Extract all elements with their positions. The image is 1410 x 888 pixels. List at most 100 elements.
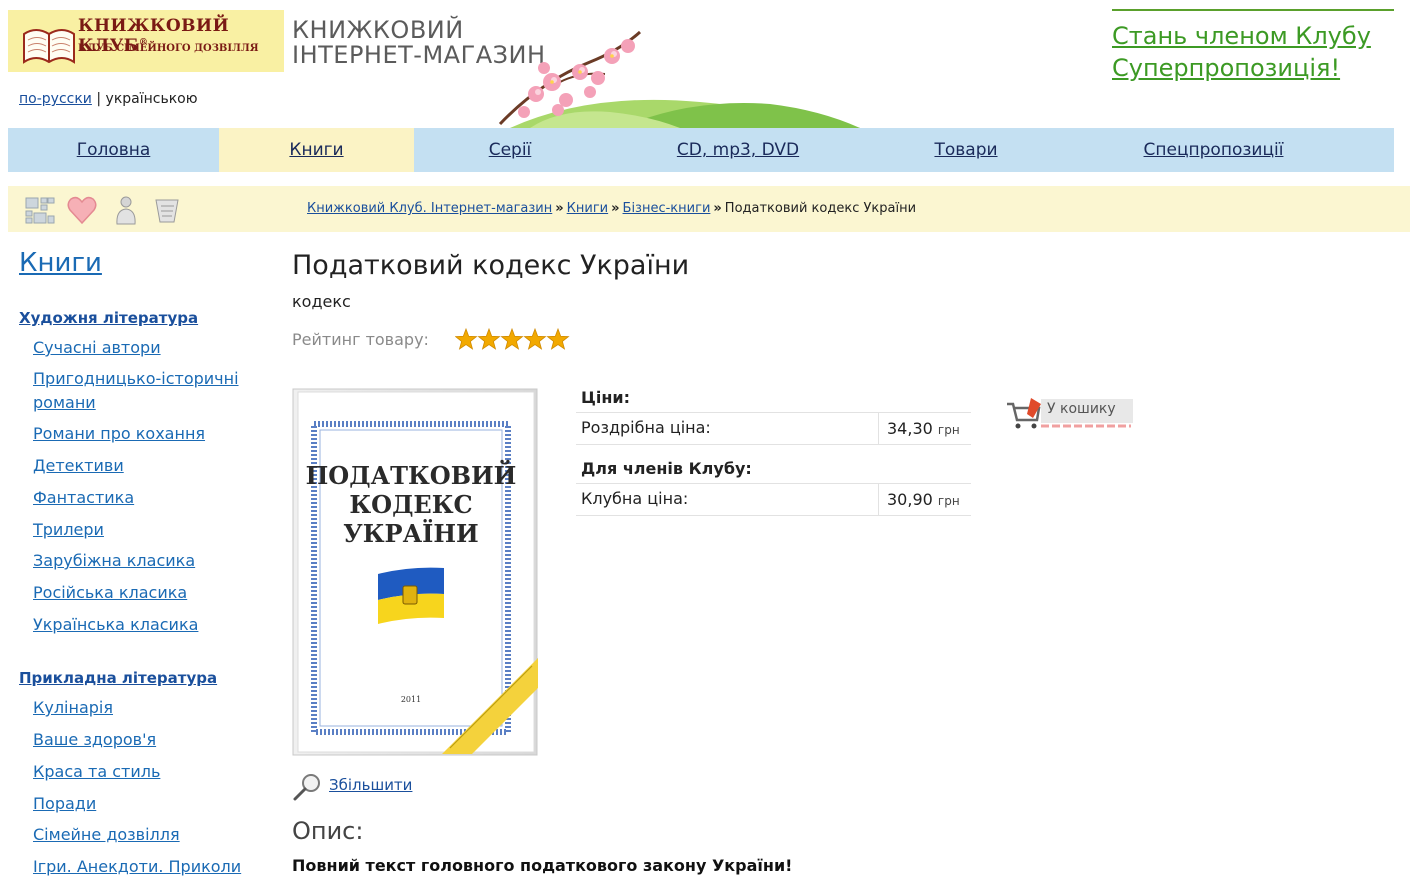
breadcrumb-shop-link[interactable]: Книжковий Клуб. Інтернет-магазин bbox=[307, 201, 552, 216]
sidebar-item: Російська класика bbox=[33, 581, 263, 605]
nav-item-media[interactable]: CD, mp3, DVD bbox=[606, 128, 870, 172]
rating-stars bbox=[455, 328, 570, 350]
currency-label: грн bbox=[937, 423, 960, 437]
retail-price-value-cell: 34,30 грн bbox=[878, 413, 972, 444]
retail-price-label: Роздрібна ціна: bbox=[581, 418, 711, 437]
sidebar-link-games-jokes[interactable]: Ігри. Анекдоти. Приколи bbox=[33, 857, 241, 876]
club-price-value: 30,90 bbox=[887, 490, 933, 509]
star-icon bbox=[477, 328, 501, 350]
prices-heading: Ціни: bbox=[581, 388, 630, 407]
sidebar-link-foreign-classics[interactable]: Зарубіжна класика bbox=[33, 551, 195, 570]
sidebar-link-detectives[interactable]: Детективи bbox=[33, 456, 124, 475]
sidebar-link-modern-authors[interactable]: Сучасні автори bbox=[33, 338, 161, 357]
site-logo[interactable]: КНИЖКОВИЙ КЛУБ® КЛУБ СІМЕЙНОГО ДОЗВІЛЛЯ bbox=[8, 10, 284, 72]
sidebar-item: Зарубіжна класика bbox=[33, 549, 263, 573]
sidebar-item: Фантастика bbox=[33, 486, 263, 510]
retail-price-row: Роздрібна ціна: 34,30 грн bbox=[576, 412, 971, 445]
nav-link-series[interactable]: Серії bbox=[489, 140, 532, 160]
sidebar-link-beauty[interactable]: Краса та стиль bbox=[33, 762, 160, 781]
cart-list-icon[interactable] bbox=[152, 194, 182, 226]
language-switcher: по-русски | українською bbox=[19, 91, 198, 107]
star-icon bbox=[500, 328, 524, 350]
shopping-cart-icon bbox=[1007, 398, 1041, 429]
sidebar-title: Книги bbox=[19, 248, 102, 278]
club-price-row: Клубна ціна: 30,90 грн bbox=[576, 483, 971, 516]
zoom-link[interactable]: Збільшити bbox=[329, 776, 412, 794]
sidebar-group-fiction: Художня література bbox=[19, 309, 198, 327]
open-book-icon bbox=[23, 29, 75, 64]
ukraine-flag-icon bbox=[378, 567, 444, 624]
promo-divider bbox=[1112, 9, 1394, 11]
sidebar-item: Романи про кохання bbox=[33, 422, 263, 446]
zoom-link-wrapper: Збільшити bbox=[329, 776, 412, 794]
sidebar-link-ukrainian-classics[interactable]: Українська класика bbox=[33, 615, 198, 634]
breadcrumb-separator: » bbox=[611, 201, 620, 216]
heart-icon[interactable] bbox=[66, 194, 98, 226]
logo-subtitle: КЛУБ СІМЕЙНОГО ДОЗВІЛЛЯ bbox=[78, 43, 259, 54]
breadcrumb-books-link[interactable]: Книги bbox=[567, 201, 608, 216]
currency-label: грн bbox=[937, 494, 960, 508]
blossom-landscape-illustration bbox=[498, 30, 860, 128]
product-type: кодекс bbox=[292, 292, 351, 311]
sidebar-item: Сімейне дозвілля bbox=[33, 823, 263, 847]
sidebar-link-russian-classics[interactable]: Російська класика bbox=[33, 583, 187, 602]
sidebar-item: Кулінарія bbox=[33, 696, 263, 720]
cover-title-line1: ПОДАТКОВИЙ bbox=[306, 459, 517, 490]
super-offer-link[interactable]: Суперпропозиція! bbox=[1112, 52, 1371, 84]
sidebar-group-fiction-link[interactable]: Художня література bbox=[19, 309, 198, 327]
nav-link-books[interactable]: Книги bbox=[289, 140, 343, 160]
nav-item-goods[interactable]: Товари bbox=[870, 128, 1062, 172]
sidebar-group-applied-link[interactable]: Прикладна література bbox=[19, 669, 217, 687]
sidebar-link-cooking[interactable]: Кулінарія bbox=[33, 698, 113, 717]
sidebar-item: Ігри. Анекдоти. Приколи bbox=[33, 855, 263, 879]
sidebar-link-adventure[interactable]: Пригодницько-історичні романи bbox=[33, 369, 239, 412]
members-heading: Для членів Клубу: bbox=[581, 459, 752, 478]
product-title: Податковий кодекс України bbox=[292, 250, 690, 281]
sidebar-link-family-leisure[interactable]: Сімейне дозвілля bbox=[33, 825, 180, 844]
nav-link-special-offers[interactable]: Спецпропозиції bbox=[1144, 140, 1284, 160]
nav-link-goods[interactable]: Товари bbox=[934, 140, 997, 160]
sidebar-link-health[interactable]: Ваше здоров'я bbox=[33, 730, 156, 749]
user-icon[interactable] bbox=[112, 194, 140, 226]
book-cover-image[interactable]: ПОДАТКОВИЙ КОДЕКС УКРАЇНИ 2011 bbox=[292, 388, 540, 760]
sidebar-link-romance[interactable]: Романи про кохання bbox=[33, 424, 205, 443]
nav-item-home[interactable]: Головна bbox=[8, 128, 219, 172]
description-text: Повний текст головного податкового закон… bbox=[292, 856, 793, 875]
lang-ukrainian-current: українською bbox=[105, 91, 198, 107]
nav-item-special-offers[interactable]: Спецпропозиції bbox=[1062, 128, 1365, 172]
breadcrumb: Книжковий Клуб. Інтернет-магазин» Книги» Б… bbox=[307, 201, 916, 216]
sidebar-link-thrillers[interactable]: Трилери bbox=[33, 520, 104, 539]
club-price-value-cell: 30,90 грн bbox=[878, 484, 972, 515]
sidebar-item: Детективи bbox=[33, 454, 263, 478]
promo-block: Стань членом Клубу Суперпропозиція! bbox=[1112, 20, 1371, 84]
sidebar-link-tips[interactable]: Поради bbox=[33, 794, 96, 813]
sidebar-link-fantasy[interactable]: Фантастика bbox=[33, 488, 134, 507]
sidebar-item: Українська класика bbox=[33, 613, 263, 637]
grid-icon[interactable] bbox=[24, 194, 56, 226]
nav-item-books[interactable]: Книги bbox=[219, 128, 414, 172]
breadcrumb-business-books-link[interactable]: Бізнес-книги bbox=[623, 201, 711, 216]
magnifier-icon[interactable] bbox=[292, 772, 322, 802]
star-icon bbox=[455, 328, 478, 350]
rating-label: Рейтинг товару: bbox=[292, 330, 429, 349]
nav-link-media[interactable]: CD, mp3, DVD bbox=[677, 140, 799, 160]
cover-title-line2: КОДЕКС bbox=[349, 490, 472, 519]
sidebar-item: Трилери bbox=[33, 518, 263, 542]
cover-year: 2011 bbox=[401, 695, 421, 704]
sidebar-group-applied: Прикладна література bbox=[19, 669, 217, 687]
lang-russian-link[interactable]: по-русски bbox=[19, 91, 92, 107]
become-member-link[interactable]: Стань членом Клубу bbox=[1112, 20, 1371, 52]
sidebar-item: Ваше здоров'я bbox=[33, 728, 263, 752]
sidebar-title-link[interactable]: Книги bbox=[19, 248, 102, 278]
breadcrumb-current: Податковий кодекс України bbox=[724, 201, 917, 216]
breadcrumb-separator: » bbox=[555, 201, 564, 216]
lang-separator: | bbox=[96, 91, 102, 107]
sidebar-item: Краса та стиль bbox=[33, 760, 263, 784]
main-nav: Головна Книги Серії CD, mp3, DVD Товари … bbox=[8, 128, 1394, 172]
description-title: Опис: bbox=[292, 817, 364, 845]
nav-link-home[interactable]: Головна bbox=[77, 140, 151, 160]
add-to-cart-label[interactable]: У кошику bbox=[1047, 401, 1116, 417]
retail-price-value: 34,30 bbox=[887, 419, 933, 438]
nav-item-series[interactable]: Серії bbox=[414, 128, 606, 172]
breadcrumb-separator: » bbox=[713, 201, 722, 216]
